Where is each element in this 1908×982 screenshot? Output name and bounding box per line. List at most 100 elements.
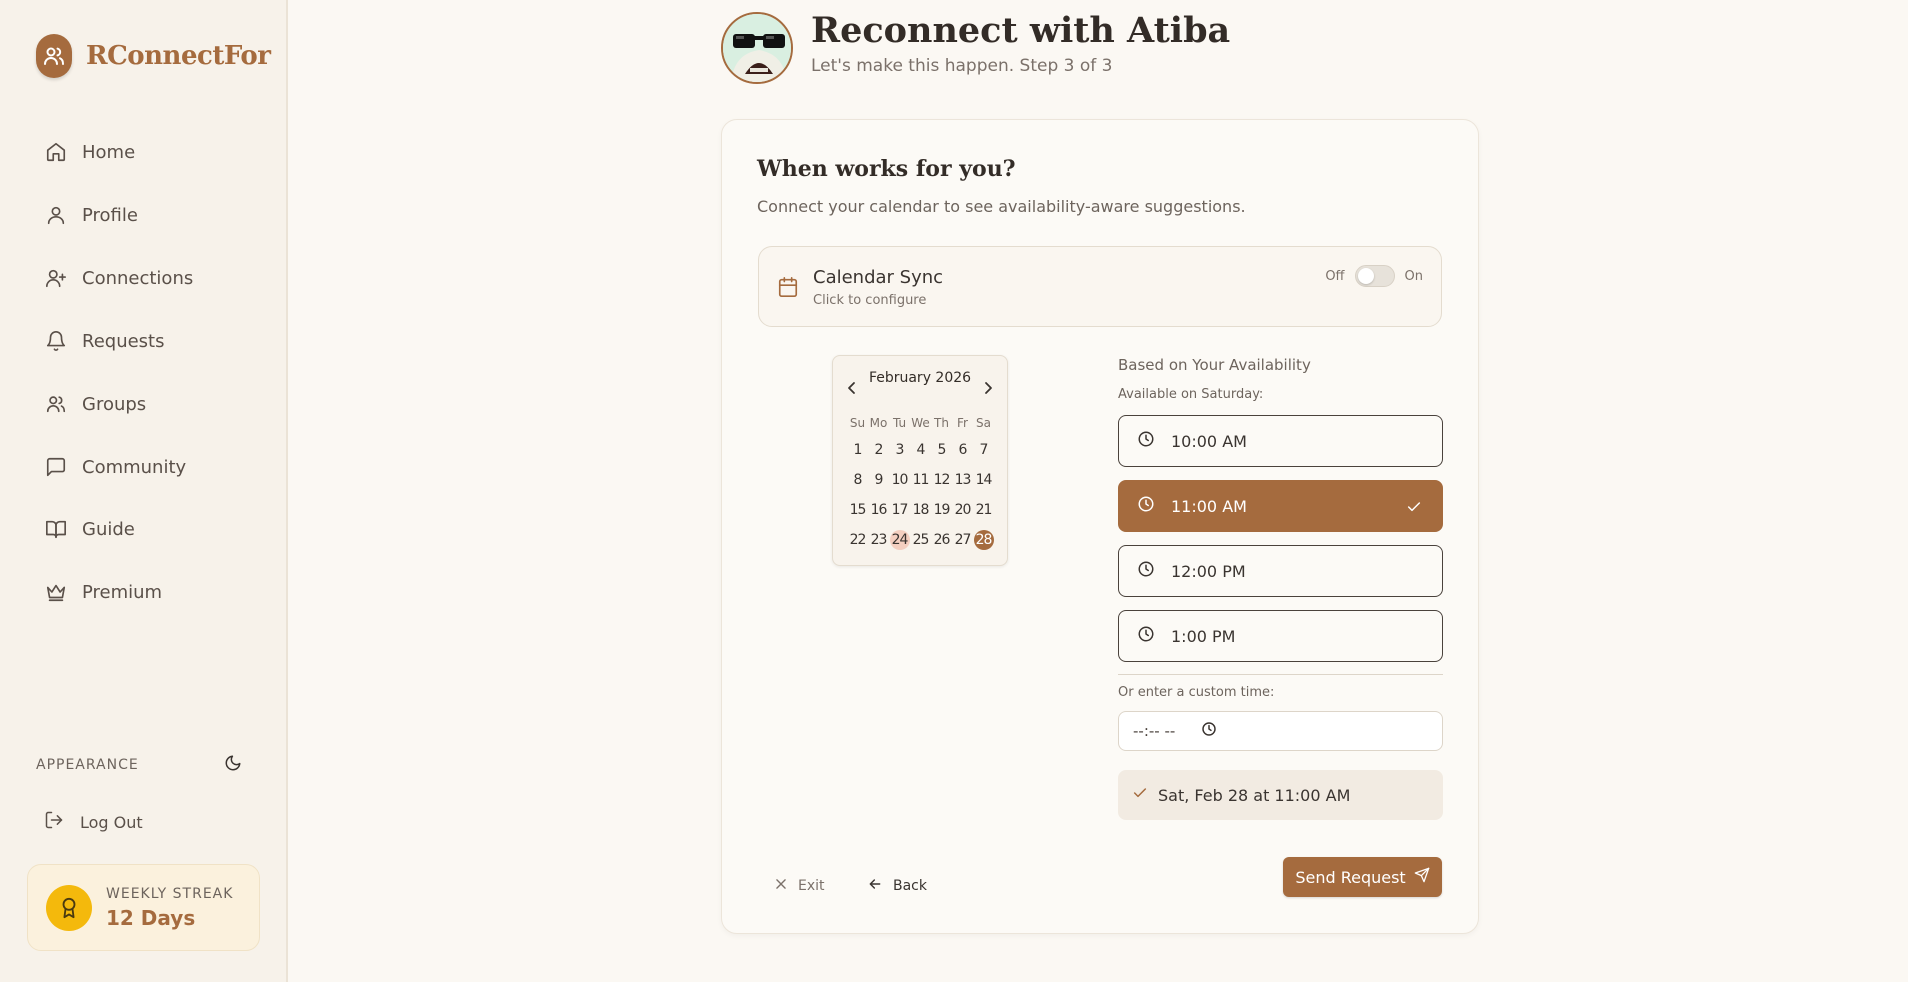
time-slot-button[interactable]: 12:00 PM bbox=[1118, 545, 1443, 597]
chevron-right-icon[interactable] bbox=[983, 380, 993, 399]
sidebar-item-groups[interactable]: Groups bbox=[44, 389, 146, 419]
crown-icon bbox=[44, 580, 68, 604]
clock-icon[interactable] bbox=[1201, 721, 1217, 741]
moon-icon[interactable] bbox=[224, 754, 242, 776]
sidebar-item-connections[interactable]: Connections bbox=[44, 263, 193, 293]
calendar-day[interactable]: 23 bbox=[868, 525, 889, 555]
day-number: 24 bbox=[891, 532, 909, 548]
calendar-day[interactable]: 19 bbox=[931, 495, 952, 525]
time-slot-label: 1:00 PM bbox=[1171, 626, 1236, 646]
calendar-day[interactable]: 9 bbox=[868, 465, 889, 495]
streak-label: WEEKLY STREAK bbox=[106, 885, 234, 902]
day-number: 11 bbox=[912, 472, 930, 488]
calendar-day[interactable]: 21 bbox=[973, 495, 994, 525]
calendar-day[interactable]: 10 bbox=[889, 465, 910, 495]
sidebar-item-label: Community bbox=[82, 456, 187, 478]
calendar-day[interactable]: 22 bbox=[847, 525, 868, 555]
calendar-day[interactable]: 4 bbox=[910, 435, 931, 465]
calendar-sync-panel[interactable]: Calendar Sync Click to configure Off On bbox=[758, 246, 1442, 327]
clock-icon bbox=[1137, 430, 1155, 452]
calendar-day[interactable]: 7 bbox=[973, 435, 994, 465]
calendar-day[interactable]: 14 bbox=[973, 465, 994, 495]
sidebar-item-label: Premium bbox=[82, 581, 163, 603]
calendar-day[interactable]: 26 bbox=[931, 525, 952, 555]
sidebar-item-guide[interactable]: Guide bbox=[44, 514, 135, 544]
calendar-day-today[interactable]: 24 bbox=[889, 525, 910, 555]
users-icon bbox=[44, 392, 68, 416]
calendar-day[interactable]: 17 bbox=[889, 495, 910, 525]
clock-icon bbox=[1137, 495, 1155, 517]
calendar-day[interactable]: 15 bbox=[847, 495, 868, 525]
logout-button[interactable]: Log Out bbox=[44, 810, 143, 834]
scheduling-card: When works for you? Connect your calenda… bbox=[721, 119, 1479, 934]
day-number: 15 bbox=[849, 502, 867, 518]
calendar-day[interactable]: 13 bbox=[952, 465, 973, 495]
sidebar-item-label: Connections bbox=[82, 267, 194, 289]
day-number: 3 bbox=[895, 442, 905, 458]
send-request-label: Send Request bbox=[1295, 867, 1406, 887]
calendar-day[interactable]: 1 bbox=[847, 435, 868, 465]
brand[interactable]: RConnectFor bbox=[36, 34, 271, 78]
bell-icon bbox=[44, 329, 68, 353]
day-number: 2 bbox=[874, 442, 884, 458]
users-icon bbox=[36, 34, 72, 78]
custom-time-input[interactable]: --:-- -- bbox=[1118, 711, 1443, 751]
sidebar-item-community[interactable]: Community bbox=[44, 452, 186, 482]
sidebar-item-home[interactable]: Home bbox=[44, 137, 135, 167]
time-slot-button[interactable]: 10:00 AM bbox=[1118, 415, 1443, 467]
sidebar-item-label: Groups bbox=[82, 393, 147, 415]
exit-button[interactable]: Exit bbox=[774, 876, 825, 895]
day-number: 25 bbox=[912, 532, 930, 548]
check-icon bbox=[1406, 499, 1422, 519]
award-icon bbox=[46, 884, 92, 931]
selected-time-summary: Sat, Feb 28 at 11:00 AM bbox=[1118, 770, 1443, 820]
weekday-label: Sa bbox=[976, 416, 991, 430]
send-request-button[interactable]: Send Request bbox=[1283, 857, 1442, 897]
calendar-sync-toggle[interactable] bbox=[1354, 265, 1395, 287]
sidebar-item-requests[interactable]: Requests bbox=[44, 326, 165, 356]
calendar-day[interactable]: 12 bbox=[931, 465, 952, 495]
close-icon bbox=[774, 876, 788, 895]
calendar-day[interactable]: 5 bbox=[931, 435, 952, 465]
brand-name: RConnectFor bbox=[86, 41, 271, 71]
calendar-day[interactable]: 2 bbox=[868, 435, 889, 465]
weekday-label: Tu bbox=[892, 416, 907, 430]
day-number: 19 bbox=[933, 502, 951, 518]
back-button[interactable]: Back bbox=[867, 876, 927, 896]
summary-text: Sat, Feb 28 at 11:00 AM bbox=[1158, 785, 1351, 805]
day-number: 1 bbox=[853, 442, 863, 458]
calendar-day[interactable]: 6 bbox=[952, 435, 973, 465]
calendar-day[interactable]: 20 bbox=[952, 495, 973, 525]
back-label: Back bbox=[893, 878, 927, 894]
sidebar-item-profile[interactable]: Profile bbox=[44, 200, 138, 230]
calendar-day[interactable]: 25 bbox=[910, 525, 931, 555]
user-plus-icon bbox=[44, 266, 68, 290]
user-icon bbox=[44, 203, 68, 227]
calendar-day[interactable]: 27 bbox=[952, 525, 973, 555]
weekday-label: Th bbox=[934, 416, 949, 430]
streak-value: 12 Days bbox=[106, 905, 196, 930]
calendar-day[interactable]: 16 bbox=[868, 495, 889, 525]
day-number: 27 bbox=[954, 532, 972, 548]
logout-label: Log Out bbox=[80, 812, 143, 832]
sidebar: RConnectFor Home Profile Connections Req… bbox=[0, 0, 288, 982]
weekly-streak-card: WEEKLY STREAK 12 Days bbox=[27, 864, 260, 951]
sidebar-item-premium[interactable]: Premium bbox=[44, 577, 162, 607]
custom-time-label: Or enter a custom time: bbox=[1118, 685, 1275, 700]
calendar-day-selected[interactable]: 28 bbox=[973, 525, 994, 555]
day-number: 9 bbox=[874, 472, 884, 488]
availability-subtitle: Available on Saturday: bbox=[1118, 387, 1264, 402]
time-slot-button-selected[interactable]: 11:00 AM bbox=[1118, 480, 1443, 532]
calendar-day[interactable]: 18 bbox=[910, 495, 931, 525]
toggle-knob bbox=[1357, 268, 1374, 284]
calendar-day[interactable]: 11 bbox=[910, 465, 931, 495]
time-slot-button[interactable]: 1:00 PM bbox=[1118, 610, 1443, 662]
day-number: 12 bbox=[933, 472, 951, 488]
weekday-label: Su bbox=[849, 416, 866, 430]
day-number: 5 bbox=[937, 442, 947, 458]
calendar-day[interactable]: 3 bbox=[889, 435, 910, 465]
calendar-day[interactable]: 8 bbox=[847, 465, 868, 495]
page-title: Reconnect with Atiba bbox=[811, 10, 1231, 51]
sidebar-item-label: Home bbox=[82, 141, 136, 163]
day-number: 7 bbox=[979, 442, 989, 458]
